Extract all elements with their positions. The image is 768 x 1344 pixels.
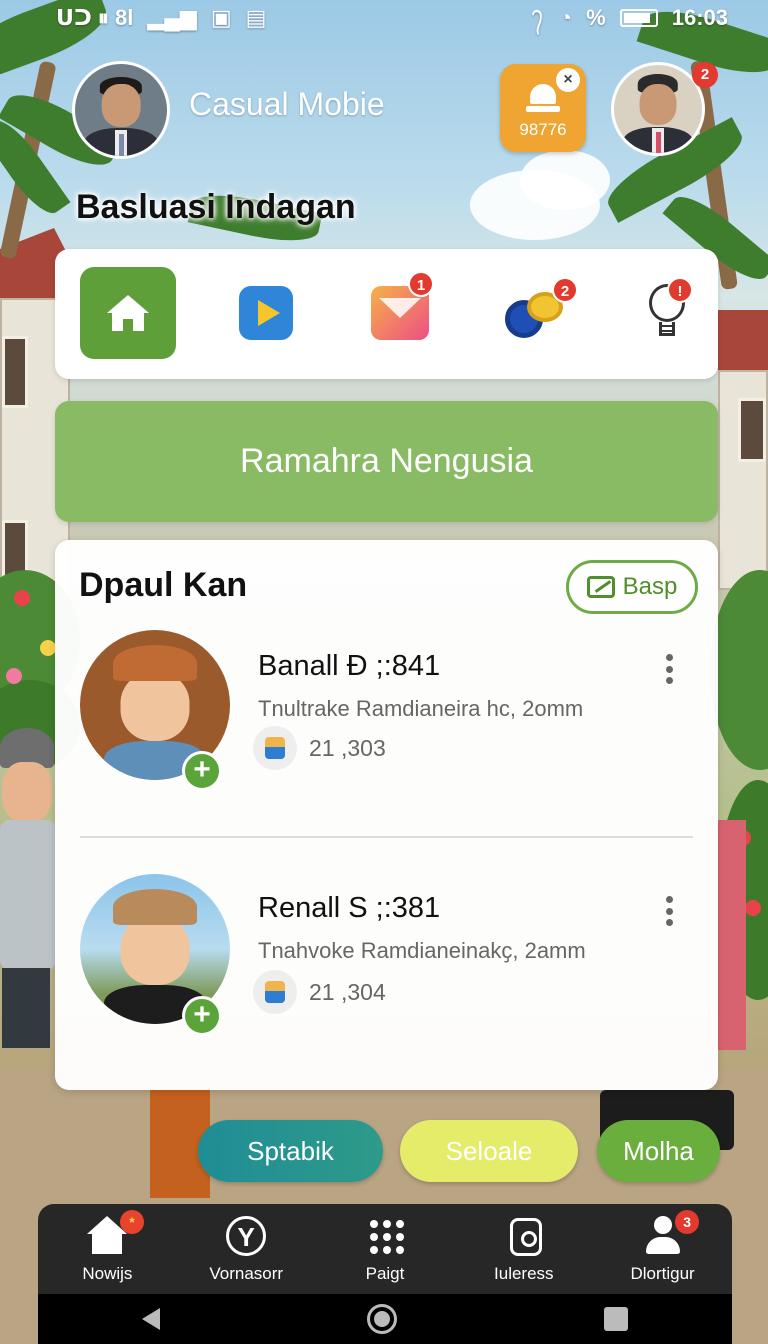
more-options-icon[interactable] xyxy=(664,896,674,926)
points-icon xyxy=(253,726,297,770)
friends-card: Dpaul Kan Basp + Banall Ð ;:841 Tnultrak… xyxy=(55,540,718,1090)
quick-mail-button[interactable]: 1 xyxy=(352,267,448,359)
battery-percent: % xyxy=(586,5,606,30)
list-item[interactable]: + Banall Ð ;:841 Tnultrake Ramdianeira h… xyxy=(55,620,718,810)
seloale-button[interactable]: Seloale xyxy=(400,1120,578,1182)
edit-icon xyxy=(586,576,615,598)
home-badge: * xyxy=(120,1210,144,1234)
nav-item-profile[interactable]: Dlortigur 3 xyxy=(593,1204,732,1294)
nav-item-vornasorr[interactable]: Vornasorr xyxy=(177,1204,316,1294)
siren-icon xyxy=(530,84,556,104)
friend-name: Renall S ;:381 xyxy=(258,892,441,924)
notification-widget[interactable]: × 98776 xyxy=(500,64,586,152)
status-left: ᑌᑐ ⏸ 8l ▂▄▆ ▣ ▤ xyxy=(56,5,266,31)
photo-icon: ▣ xyxy=(210,5,232,30)
nav-label: Iuleress xyxy=(494,1264,554,1283)
points-icon xyxy=(253,970,297,1014)
status-left-text: ᑌᑐ ⏸ 8l xyxy=(56,5,134,30)
home-circle-icon[interactable] xyxy=(366,1304,397,1334)
nav-label: Dlortigur xyxy=(630,1264,695,1283)
nav-label: Nowijs xyxy=(82,1264,133,1283)
quick-play-button[interactable] xyxy=(218,267,314,359)
play-icon xyxy=(239,286,293,340)
sptabik-button[interactable]: Sptabik xyxy=(198,1120,383,1182)
quick-idea-button[interactable]: ! xyxy=(619,267,715,359)
friend-subtitle: Tnultrake Ramdianeira hc, 2omm xyxy=(258,696,584,721)
nav-item-home[interactable]: Nowijs * xyxy=(38,1204,177,1294)
pill-label: Sptabik xyxy=(247,1135,334,1166)
quick-home-button[interactable] xyxy=(80,267,176,359)
add-friend-button[interactable]: + xyxy=(182,996,222,1036)
nav-item-iuleress[interactable]: Iuleress xyxy=(454,1204,593,1294)
molha-button[interactable]: Molha xyxy=(597,1120,720,1182)
nav-label: Vornasorr xyxy=(209,1264,284,1283)
card-title: Dpaul Kan xyxy=(79,566,248,604)
pill-label: Molha xyxy=(623,1135,694,1166)
back-icon[interactable] xyxy=(141,1308,160,1330)
tree-icon xyxy=(226,1216,267,1256)
signal-icon: ▂▄▆ xyxy=(147,5,197,30)
profile-badge: 2 xyxy=(692,62,718,88)
grid-icon xyxy=(365,1216,405,1256)
points-value: 21 ,304 xyxy=(309,978,386,1005)
recents-icon[interactable] xyxy=(604,1307,629,1331)
user-avatar[interactable] xyxy=(72,61,170,159)
mail-badge: 1 xyxy=(408,271,434,297)
status-right: ᭢ ◔ % 16:03 xyxy=(531,0,728,38)
quick-coins-button[interactable]: 2 xyxy=(488,267,584,359)
friend-points: 21 ,303 xyxy=(253,726,386,770)
more-options-icon[interactable] xyxy=(664,654,674,684)
watch-icon xyxy=(509,1218,542,1256)
vibrate-icon: ᭢ xyxy=(530,2,545,27)
friend-name: Banall Ð ;:841 xyxy=(258,650,441,682)
status-bar: ᑌᑐ ⏸ 8l ▂▄▆ ▣ ▤ ᭢ ◔ % 16:03 xyxy=(0,0,768,36)
profile-avatar[interactable] xyxy=(611,62,705,156)
battery-icon xyxy=(619,9,658,27)
friend-subtitle: Tnahvoke Ramdianeinakҫ, 2amm xyxy=(258,938,586,963)
system-nav-bar xyxy=(38,1294,732,1344)
pill-label: Seloale xyxy=(445,1135,533,1166)
banner-label: Ramahra Nengusia xyxy=(240,442,533,480)
quick-icons-card: 1 2 ! xyxy=(55,249,718,379)
idea-badge: ! xyxy=(667,277,693,303)
nav-item-paigt[interactable]: Paigt xyxy=(316,1204,455,1294)
basp-button[interactable]: Basp xyxy=(566,560,698,614)
screenshot-icon: ▤ xyxy=(245,5,267,30)
banner-button[interactable]: Ramahra Nengusia xyxy=(55,401,718,522)
clock: 16:03 xyxy=(671,5,728,30)
section-heading: Basluasi Indagan xyxy=(76,188,356,226)
divider xyxy=(80,836,693,838)
home-icon xyxy=(107,295,149,331)
bottom-nav: Nowijs * Vornasorr Paigt Iuleress Dlorti… xyxy=(38,1204,732,1294)
friend-points: 21 ,304 xyxy=(253,970,386,1014)
close-icon[interactable]: × xyxy=(556,68,580,92)
app-title: Casual Mobie xyxy=(189,86,385,122)
nav-label: Paigt xyxy=(365,1264,405,1283)
points-value: 21 ,303 xyxy=(309,734,386,761)
basp-label: Basp xyxy=(622,573,678,600)
list-item[interactable]: + Renall S ;:381 Tnahvoke Ramdianeinakҫ,… xyxy=(55,864,718,1054)
coins-badge: 2 xyxy=(552,277,578,303)
notification-value: 98776 xyxy=(519,120,567,139)
add-friend-button[interactable]: + xyxy=(182,751,222,791)
profile-nav-badge: 3 xyxy=(675,1210,700,1234)
wifi-icon: ◔ xyxy=(558,5,573,30)
